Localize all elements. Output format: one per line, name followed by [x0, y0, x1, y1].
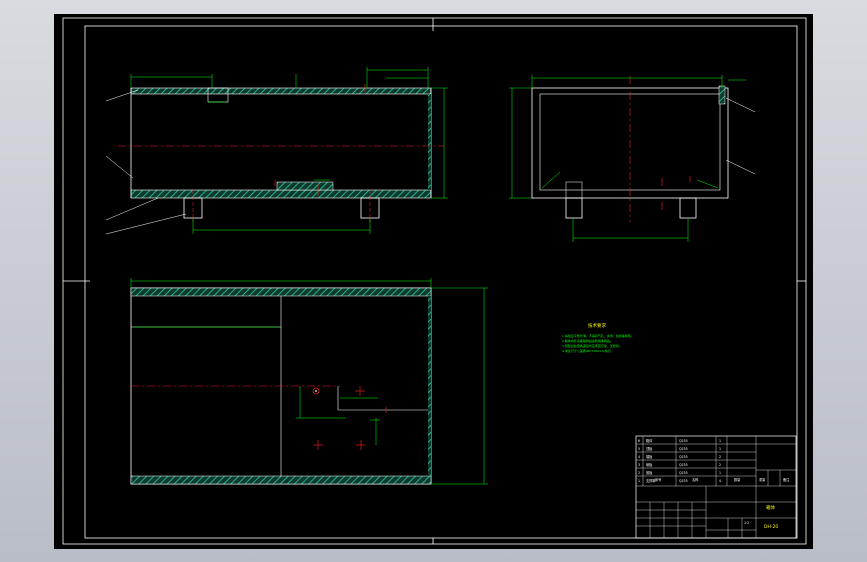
- part-row-1-material: Q235: [679, 479, 688, 483]
- part-row-5-material: Q235: [679, 447, 688, 451]
- part-row-6-qty: 1: [719, 439, 721, 443]
- part-row-5-no: 5: [638, 447, 640, 451]
- part-row-5-qty: 1: [719, 447, 721, 451]
- part-row-2-name: 底板: [646, 470, 653, 475]
- drawing-number: DH-20: [764, 524, 778, 530]
- front-view-bottom-plate: [130, 189, 432, 199]
- part-row-4-no: 4: [638, 455, 640, 459]
- header-remark: 备注: [783, 477, 790, 482]
- header-seq: 序号: [655, 477, 661, 482]
- part-row-3-material: Q235: [679, 463, 688, 467]
- front-view-top-plate: [130, 87, 432, 95]
- front-view-end-plate: [428, 94, 431, 190]
- header-qty: 数量: [734, 477, 741, 482]
- part-row-2-material: Q235: [679, 471, 688, 475]
- part-row-4-qty: 2: [719, 455, 721, 459]
- header-name: 名称: [692, 477, 699, 482]
- tech-req-line-1: 1.焊缝应平整光滑，不得有气孔、夹渣、裂纹等缺陷。: [562, 333, 634, 338]
- tech-req-line-2: 2.箱体内外表面除锈后涂防锈漆两遍。: [562, 338, 613, 343]
- part-row-3-no: 3: [638, 463, 640, 467]
- drawing-sheet[interactable]: 技术要求 1.焊缝应平整光滑，不得有气孔、夹渣、裂纹等缺陷。 2.箱体内外表面除…: [0, 0, 867, 562]
- part-row-2-qty: 1: [719, 471, 721, 475]
- drawing-name: 箱体: [766, 504, 775, 511]
- drawing-scale: 1:2: [744, 521, 749, 525]
- cad-viewer: 技术要求 1.焊缝应平整光滑，不得有气孔、夹渣、裂纹等缺陷。 2.箱体内外表面除…: [0, 0, 867, 562]
- tech-req-line-3: 3.装配后检查各连接处应牢固可靠，无松动。: [562, 343, 622, 348]
- part-row-6-name: 箱体: [646, 438, 653, 443]
- drain-hole-center: [315, 390, 317, 392]
- part-row-6-no: 6: [638, 439, 640, 443]
- top-view-end-plate: [428, 296, 431, 476]
- front-view-bottom-boss: [276, 181, 334, 191]
- tech-req-line-4: 4.未注尺寸公差按GB/T1804-m执行。: [562, 348, 614, 353]
- part-row-3-name: 侧板: [646, 462, 653, 467]
- part-row-6-material: Q235: [679, 439, 688, 443]
- part-row-5-name: 顶板: [646, 446, 653, 451]
- top-view-top-plate: [130, 287, 432, 297]
- part-row-1-no: 1: [638, 479, 640, 483]
- top-view-bottom-plate: [130, 475, 432, 485]
- part-row-3-qty: 2: [719, 463, 721, 467]
- side-view-flange: [718, 85, 726, 105]
- part-row-4-material: Q235: [679, 455, 688, 459]
- part-row-2-no: 2: [638, 471, 640, 475]
- part-row-1-qty: 4: [719, 479, 721, 483]
- part-row-4-name: 端板: [646, 454, 653, 459]
- header-weight: 重量: [759, 477, 766, 482]
- tech-req-heading: 技术要求: [588, 322, 606, 329]
